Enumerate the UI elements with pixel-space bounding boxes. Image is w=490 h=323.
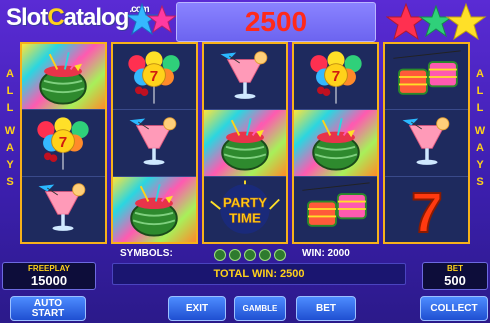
svg-text:7: 7 [59,134,67,151]
credit-value: 2500 [244,6,308,37]
bet-panel: BET 500 [422,262,488,290]
reel-cell [22,44,105,111]
bet-button[interactable]: BET [296,296,356,321]
balloons-icon: 7 [128,51,180,104]
all-ways-right-label: ALLWAYS [474,68,486,188]
info-row: SYMBOLS: WIN: 2000 [0,246,490,262]
exit-button[interactable]: EXIT [168,296,226,321]
reel-5: 7 [383,42,470,244]
total-win-display: TOTAL WIN: 2500 [112,263,406,285]
reel-cell [294,177,377,242]
win-label: WIN: 2000 [302,248,350,259]
bet-panel-value: 500 [444,273,466,288]
svg-text:7: 7 [411,181,443,238]
balloons-icon: 7 [37,117,90,170]
svg-text:PARTY: PARTY [223,195,267,210]
reels-area: 7 7 PARTY TIME 7 7 [20,42,470,244]
svg-text:7: 7 [150,67,158,84]
svg-text:7: 7 [332,67,340,84]
reel-cell: PARTY TIME [204,177,287,242]
reel-cell [112,110,196,177]
balloons-icon: 7 [310,51,362,104]
maracas-icon [392,50,461,95]
reel-cell [385,44,468,111]
freeplay-panel: FREEPLAY 15000 [2,262,96,290]
reel-cell: 7 [112,44,196,111]
watermelon-cocktail-icon [312,118,360,171]
reel-cell [22,177,105,242]
pink-cocktail-icon [402,117,449,165]
stars-right-icon [386,2,487,41]
party-time-icon: PARTY TIME [210,180,280,235]
credit-display: 2500 [176,2,376,42]
reel-cell: 7 [294,44,378,111]
reel-cell [294,110,378,177]
reel-cell [203,110,287,177]
maracas-icon [302,182,370,228]
watermelon-cocktail-icon [39,51,88,105]
reel-cell [385,110,468,177]
reel-1: 7 [20,42,107,244]
symbols-label: SYMBOLS: [120,248,173,259]
reel-cell [203,44,287,111]
symbols-indicator [214,249,286,261]
seven-icon: 7 [410,180,444,238]
svg-text:TIME: TIME [229,211,261,226]
gamble-button[interactable]: GAMBLE [234,296,286,321]
stars-left-icon [128,2,176,36]
watermelon-cocktail-icon [221,118,269,171]
autostart-button[interactable]: AUTO START [10,296,86,321]
watermelon-cocktail-icon [130,184,178,237]
all-ways-left-label: ALLWAYS [4,68,16,188]
reel-3: PARTY TIME [201,42,289,244]
pink-cocktail-icon [38,183,86,232]
pink-cocktail-icon [220,50,268,99]
reel-cell: 7 [22,110,105,177]
pink-cocktail-icon [129,117,177,165]
collect-button[interactable]: COLLECT [420,296,488,321]
freeplay-value: 15000 [30,273,68,288]
reel-4: 7 [292,42,380,244]
reel-cell [112,176,196,242]
reel-2: 7 [110,42,198,244]
reel-cell: 7 [385,177,468,242]
